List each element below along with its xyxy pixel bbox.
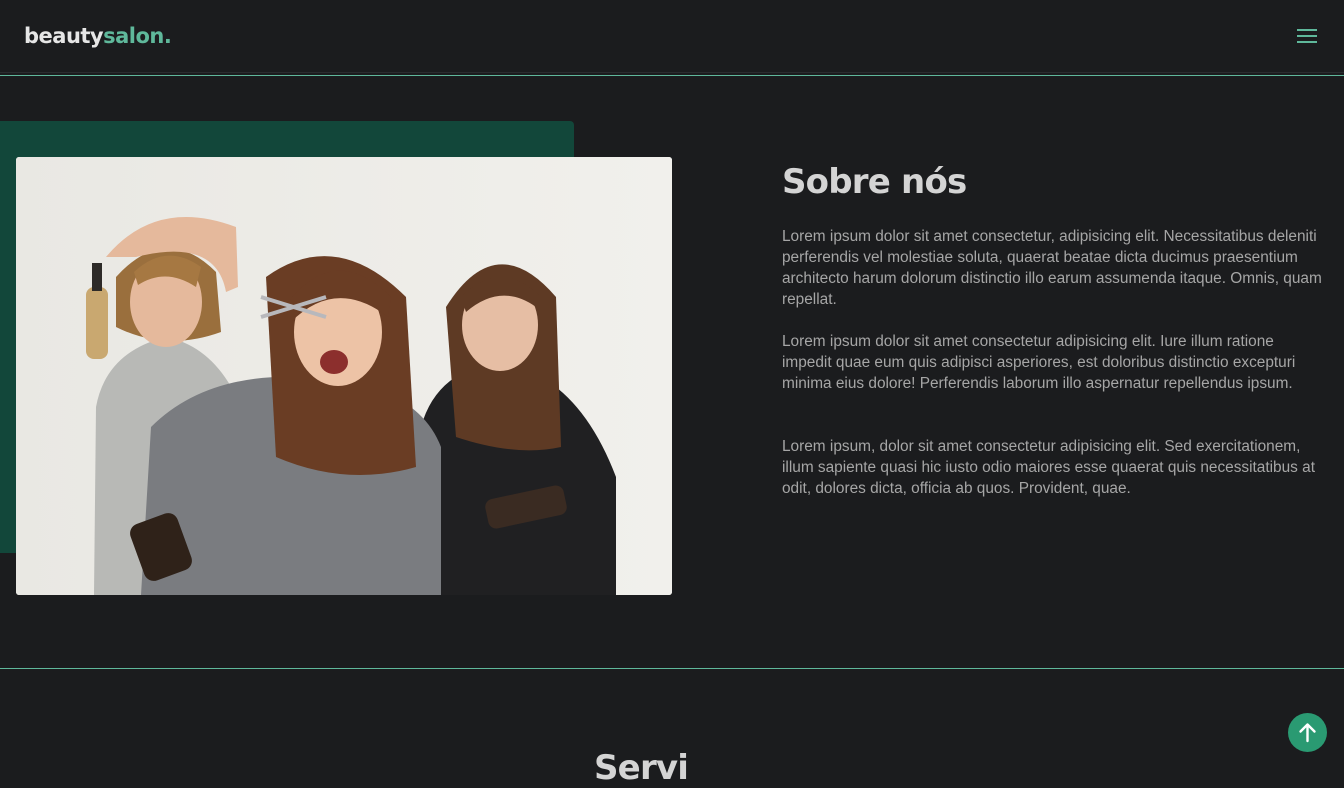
arrow-up-icon: [1299, 723, 1316, 743]
section-divider: [0, 668, 1344, 669]
salon-team-photo: [16, 157, 672, 595]
team-illustration: [16, 157, 672, 595]
about-paragraph-1: Lorem ipsum dolor sit amet consectetur, …: [782, 228, 1322, 308]
logo-text-salon: salon: [103, 24, 164, 48]
about-paragraph-2: Lorem ipsum dolor sit amet consectetur a…: [782, 333, 1296, 392]
logo-text-beauty: beauty: [24, 24, 104, 48]
menu-bar-middle: [1297, 35, 1317, 37]
menu-bar-top: [1297, 29, 1317, 31]
header-divider: [0, 75, 1344, 76]
about-title: Sobre nós: [782, 162, 967, 202]
hamburger-menu-icon[interactable]: [1296, 28, 1318, 46]
site-logo[interactable]: beautysalon.: [24, 24, 172, 48]
site-header: beautysalon.: [0, 0, 1344, 73]
scroll-to-top-button[interactable]: [1288, 713, 1327, 752]
logo-dot: .: [163, 24, 172, 48]
services-title: Servi: [594, 748, 689, 788]
about-paragraph-3: Lorem ipsum, dolor sit amet consectetur …: [782, 438, 1315, 497]
menu-bar-bottom: [1297, 41, 1317, 43]
